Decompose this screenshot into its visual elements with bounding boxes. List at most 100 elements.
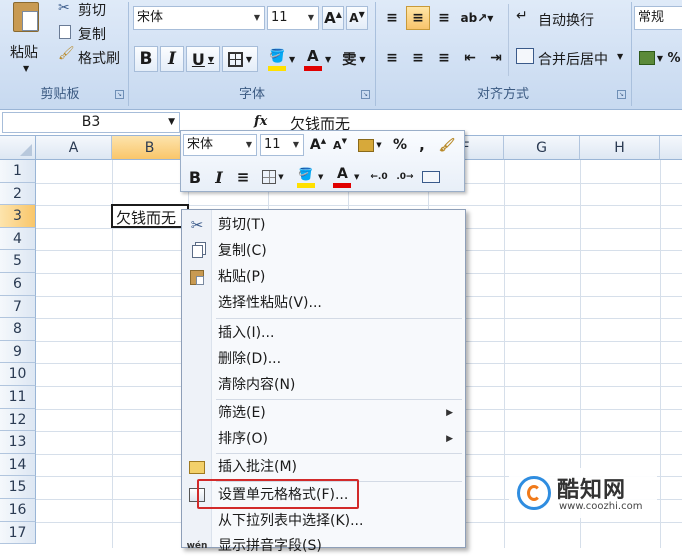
row-header[interactable]: 6	[0, 273, 36, 296]
menu-item-copy[interactable]: 复制(C)	[182, 238, 465, 264]
align-top-button[interactable]: ≡	[380, 6, 404, 30]
menu-item-pick-from-list[interactable]: 从下拉列表中选择(K)...	[182, 508, 465, 534]
chevron-down-icon: ▼	[307, 13, 315, 22]
font-color-button[interactable]: A ▼	[300, 46, 334, 72]
align-left-button[interactable]: ≡	[380, 46, 404, 70]
bold-button[interactable]: B	[134, 46, 158, 72]
menu-item-filter[interactable]: 筛选(E) ▶	[182, 400, 465, 426]
mini-accounting-button[interactable]: ▼	[355, 134, 385, 156]
mini-percent-button[interactable]: %	[389, 134, 411, 156]
row-header[interactable]: 11	[0, 386, 36, 409]
alignment-launcher-icon[interactable]: ↘	[617, 90, 626, 99]
column-header[interactable]: A	[36, 136, 112, 160]
row-header[interactable]: 16	[0, 499, 36, 522]
orientation-button[interactable]: ab↗ ▼	[460, 6, 494, 30]
active-cell-b3[interactable]: 欠钱而无	[111, 204, 189, 228]
row-header[interactable]: 13	[0, 431, 36, 454]
comment-icon	[188, 458, 206, 476]
grow-font-button[interactable]: A ▲	[322, 6, 344, 30]
align-bottom-button[interactable]: ≡	[432, 6, 456, 30]
format-painter-button[interactable]: 🖌 格式刷	[56, 46, 130, 67]
mini-format-painter-button[interactable]: 🖌	[435, 134, 459, 156]
menu-item-cut[interactable]: ✂ 剪切(T)	[182, 212, 465, 238]
watermark: 酷知网 www.coozhi.com	[509, 468, 657, 518]
font-size-value: 11	[271, 10, 288, 25]
clipboard-launcher-icon[interactable]: ↘	[115, 90, 124, 99]
mini-decrease-decimal-button[interactable]: .0→	[393, 165, 417, 189]
row-header[interactable]: 17	[0, 521, 36, 545]
copy-button[interactable]: 复制	[56, 22, 126, 43]
menu-item-delete[interactable]: 删除(D)...	[182, 346, 465, 372]
column-header-selected[interactable]: B	[112, 136, 188, 160]
border-icon	[227, 51, 243, 67]
row-header[interactable]: 15	[0, 476, 36, 499]
mini-font-color-button[interactable]: A ▼	[329, 165, 363, 189]
number-format-combo[interactable]: 常规	[634, 6, 682, 30]
row-header[interactable]: 4	[0, 227, 36, 251]
mini-font-size-combo[interactable]: 11 ▼	[260, 134, 304, 156]
row-header[interactable]: 8	[0, 318, 36, 341]
column-header[interactable]: H	[580, 136, 660, 160]
row-header-selected[interactable]: 3	[0, 205, 36, 228]
font-launcher-icon[interactable]: ↘	[361, 90, 370, 99]
menu-item-insert-comment[interactable]: 插入批注(M)	[182, 454, 465, 480]
align-right-button[interactable]: ≡	[432, 46, 456, 70]
phonetic-button[interactable]: 雯 ▼	[336, 46, 372, 72]
align-center-button[interactable]: ≡	[406, 46, 430, 70]
paste-icon	[13, 2, 39, 32]
chevron-down-icon: ▼	[292, 140, 300, 149]
mini-center-button[interactable]: ≡	[232, 165, 254, 189]
decrease-indent-button[interactable]: ⇤	[458, 46, 482, 70]
mini-grow-font-button[interactable]: A ▲	[307, 134, 329, 156]
underline-button[interactable]: U ▼	[186, 46, 220, 72]
align-middle-button[interactable]: ≡	[406, 6, 430, 30]
border-button[interactable]: ▼	[222, 46, 258, 72]
row-header[interactable]: 7	[0, 295, 36, 319]
row-header[interactable]: 12	[0, 408, 36, 432]
fill-color-button[interactable]: 🪣 ▼	[264, 46, 298, 72]
row-header[interactable]: 1	[0, 160, 36, 183]
menu-item-show-phonetic[interactable]: wén 显示拼音字段(S)	[182, 533, 465, 559]
cut-button[interactable]: ✂ 剪切	[56, 0, 126, 20]
column-header[interactable]: G	[504, 136, 580, 160]
row-header[interactable]: 9	[0, 340, 36, 364]
increase-indent-button[interactable]: ⇥	[484, 46, 508, 70]
font-size-combo[interactable]: 11 ▼	[267, 6, 319, 30]
mini-font-name-combo[interactable]: 宋体 ▼	[183, 134, 257, 156]
select-all-corner[interactable]	[0, 136, 36, 160]
accounting-format-button[interactable]: ▼	[636, 46, 666, 70]
copy-icon	[59, 25, 71, 39]
italic-button[interactable]: I	[160, 46, 184, 72]
shrink-font-button[interactable]: A ▼	[346, 6, 368, 30]
row-header[interactable]: 10	[0, 363, 36, 386]
fx-button[interactable]: fx	[254, 112, 274, 132]
mini-border-button[interactable]: ▼	[257, 165, 289, 189]
menu-item-insert[interactable]: 插入(I)...	[182, 320, 465, 346]
row-header[interactable]: 5	[0, 250, 36, 273]
cell-text: 欠钱而无	[116, 209, 177, 227]
merge-icon	[516, 48, 534, 64]
paste-button[interactable]: 粘贴 ▼	[4, 2, 50, 80]
percent-style-button[interactable]: %	[666, 46, 682, 70]
wrap-text-label: 自动换行	[538, 13, 594, 29]
wrap-text-button[interactable]: ↵ 自动换行	[514, 8, 624, 30]
mini-fill-color-button[interactable]: 🪣 ▼	[293, 165, 327, 189]
mini-bold-button[interactable]: B	[184, 165, 206, 189]
font-name-combo[interactable]: 宋体 ▼	[133, 6, 265, 30]
mini-italic-button[interactable]: I	[208, 165, 230, 189]
mini-increase-decimal-button[interactable]: ←.0	[367, 165, 391, 189]
mini-merge-button[interactable]	[419, 165, 443, 189]
merge-center-button[interactable]: 合并后居中 ▼	[514, 47, 626, 69]
mini-shrink-font-button[interactable]: A ▼	[329, 134, 351, 156]
column-header[interactable]	[660, 136, 682, 160]
row-header[interactable]: 14	[0, 453, 36, 477]
scissors-icon: ✂	[58, 0, 70, 16]
row-header[interactable]: 2	[0, 182, 36, 206]
menu-item-clear-contents[interactable]: 清除内容(N)	[182, 372, 465, 398]
menu-item-paste[interactable]: 粘贴(P)	[182, 264, 465, 290]
mini-comma-button[interactable]: ,	[413, 134, 431, 156]
name-box[interactable]: B3 ▼	[2, 112, 180, 133]
menu-item-paste-special[interactable]: 选择性粘贴(V)...	[182, 290, 465, 316]
menu-item-sort[interactable]: 排序(O) ▶	[182, 426, 465, 452]
chevron-down-icon: ▼	[23, 64, 30, 73]
